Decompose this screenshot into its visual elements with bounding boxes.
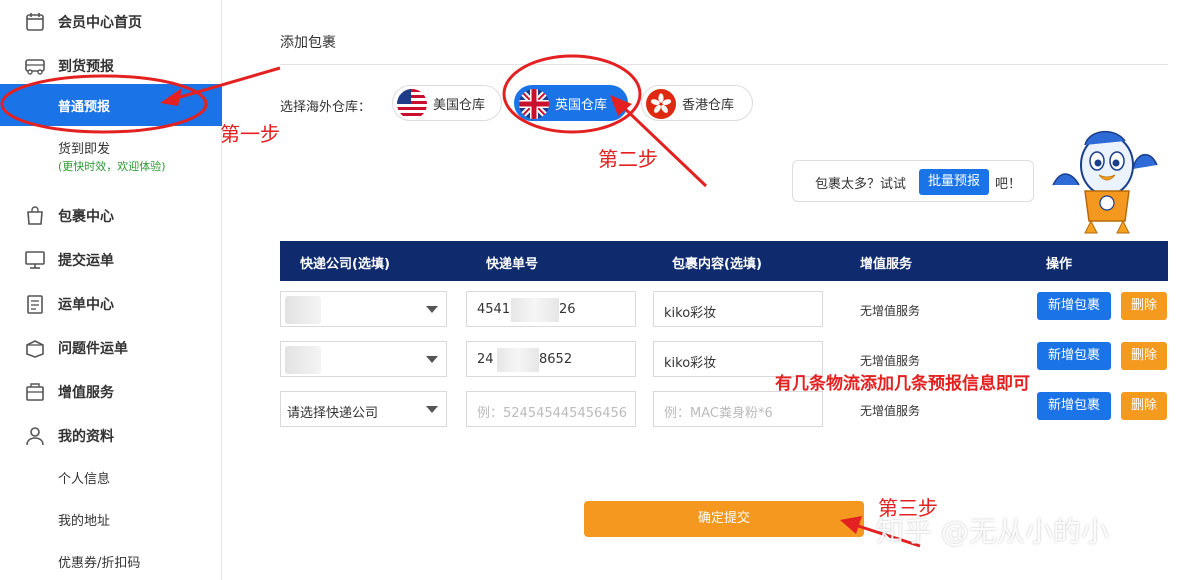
watermark: 知乎 @无从小的小 <box>876 515 1109 548</box>
annotation-overlay <box>0 54 921 548</box>
rows-hint-annotation: 有几条物流添加几条预报信息即可 <box>775 374 1030 394</box>
step1-annotation: 第一步 <box>220 122 280 146</box>
page: 会员中心首页 到货预报 普通预报 货到即发 (更快时效，欢迎体验) 包裹中心 提… <box>0 0 1196 580</box>
step2-annotation: 第二步 <box>598 147 658 171</box>
